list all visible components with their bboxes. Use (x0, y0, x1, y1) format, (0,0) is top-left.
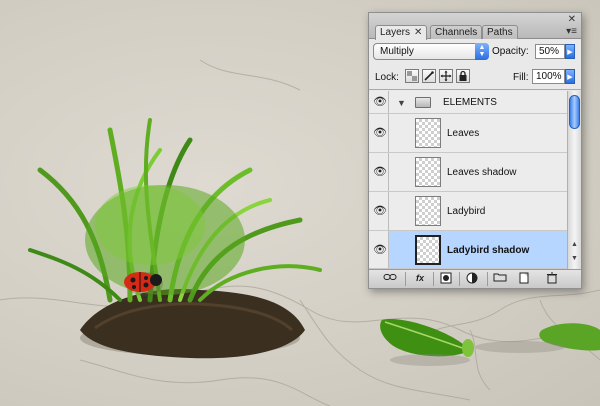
lock-row: Lock: Fill: 100% ▶ (369, 64, 581, 90)
fill-label: Fill: (513, 72, 529, 83)
layer-ladybird-shadow[interactable]: 👁 Ladybird shadow (369, 231, 567, 269)
layer-name: Leaves shadow (447, 167, 517, 178)
blend-mode-value: Multiply (380, 46, 414, 57)
eye-icon: 👁 (373, 244, 387, 256)
new-group-icon[interactable] (493, 272, 507, 285)
opacity-value: 50% (539, 46, 560, 57)
fx-icon[interactable]: fx (413, 272, 427, 285)
opacity-input[interactable]: 50% (535, 44, 565, 59)
fill-value: 100% (536, 71, 562, 82)
layer-leaves-shadow[interactable]: 👁 Leaves shadow (369, 153, 567, 192)
divider (433, 272, 434, 286)
tab-layers-label: Layers (380, 27, 411, 38)
new-layer-icon[interactable] (517, 272, 531, 285)
updown-arrows-icon: ▲ ▼ (475, 43, 489, 60)
layer-leaves[interactable]: 👁 Leaves (369, 114, 567, 153)
lock-position-icon[interactable] (439, 69, 453, 83)
tab-paths-label: Paths (487, 27, 513, 38)
divider (487, 272, 488, 286)
divider (459, 272, 460, 286)
close-icon[interactable]: ✕ (568, 14, 576, 25)
scrollbar-thumb[interactable] (569, 95, 580, 129)
blend-mode-select[interactable]: Multiply ▲ ▼ (373, 43, 489, 60)
layer-name: ELEMENTS (443, 97, 497, 108)
adjustment-layer-icon[interactable] (465, 272, 479, 285)
opacity-slider-arrow-icon[interactable]: ▶ (565, 44, 575, 59)
scroll-down-icon[interactable]: ▼ (571, 255, 578, 262)
layers-scrollbar[interactable]: ▲ ▼ (567, 91, 581, 269)
tab-layers[interactable]: Layers ✕ (375, 25, 428, 40)
scroll-up-icon[interactable]: ▲ (571, 241, 578, 248)
eye-icon: 👁 (373, 166, 387, 178)
expand-triangle-icon[interactable]: ▼ (397, 98, 406, 108)
tab-channels-label: Channels (435, 27, 478, 38)
panel-titlebar[interactable]: Layers ✕ Channels Paths ✕ ▾≡ (369, 13, 581, 40)
lock-image-icon[interactable] (422, 69, 436, 83)
fill-slider-arrow-icon[interactable]: ▶ (565, 69, 575, 84)
lock-label: Lock: (375, 72, 399, 83)
layer-mask-icon[interactable] (439, 272, 453, 285)
visibility-toggle[interactable]: 👁 (369, 153, 389, 191)
layer-thumbnail (415, 157, 441, 187)
layers-list: 👁 ▼ ELEMENTS 👁 Leaves 👁 Leaves shadow 👁 … (369, 91, 567, 269)
tab-channels[interactable]: Channels (430, 25, 483, 39)
eye-icon: 👁 (373, 205, 387, 217)
visibility-toggle[interactable]: 👁 (369, 231, 389, 268)
tab-paths[interactable]: Paths (482, 25, 518, 39)
eye-icon: 👁 (373, 127, 387, 139)
panel-menu-icon[interactable]: ▾≡ (566, 26, 577, 37)
divider (405, 272, 406, 286)
visibility-toggle[interactable]: 👁 (369, 91, 389, 113)
layer-thumbnail (415, 118, 441, 148)
tab-close-icon[interactable]: ✕ (414, 27, 422, 38)
layer-thumbnail (415, 235, 441, 265)
visibility-toggle[interactable]: 👁 (369, 192, 389, 230)
link-layers-icon[interactable] (383, 272, 397, 285)
folder-icon (415, 97, 431, 108)
layers-bottom-bar: fx (369, 269, 581, 288)
layers-panel: Layers ✕ Channels Paths ✕ ▾≡ Multiply ▲ ▼ … (368, 12, 582, 289)
layer-thumbnail (415, 196, 441, 226)
layer-ladybird[interactable]: 👁 Ladybird (369, 192, 567, 231)
lock-transparent-icon[interactable] (405, 69, 419, 83)
visibility-toggle[interactable]: 👁 (369, 114, 389, 152)
eye-icon: 👁 (373, 96, 387, 108)
trash-icon[interactable] (545, 272, 559, 285)
layer-name: Ladybird (447, 206, 486, 217)
opacity-label: Opacity: (492, 46, 529, 57)
blend-row: Multiply ▲ ▼ Opacity: 50% ▶ (369, 39, 581, 63)
layer-group-elements[interactable]: 👁 ▼ ELEMENTS (369, 91, 567, 114)
fill-input[interactable]: 100% (532, 69, 565, 84)
layer-name: Ladybird shadow (447, 245, 530, 256)
lock-all-icon[interactable] (456, 69, 470, 83)
layer-name: Leaves (447, 128, 480, 139)
